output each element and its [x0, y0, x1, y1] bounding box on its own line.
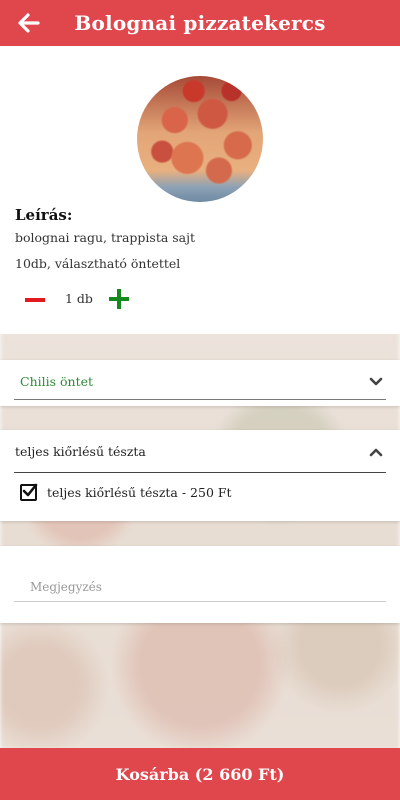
pasta-select-value[interactable]: teljes kiőrlésű tészta — [15, 444, 146, 459]
product-card: Leírás: bolognai ragu, trappista sajt 10… — [0, 46, 400, 334]
arrow-left-icon — [18, 13, 40, 33]
quantity-stepper: 1 db — [15, 286, 145, 314]
app-header: Bolognai pizzatekercs — [0, 0, 400, 46]
note-card — [0, 546, 400, 623]
details-text: 10db, választható öntettel — [15, 256, 181, 271]
add-to-cart-button[interactable]: Kosárba (2 660 Ft) — [0, 748, 400, 800]
page-title: Bolognai pizzatekercs — [74, 11, 326, 35]
description-text: bolognai ragu, trappista sajt — [15, 230, 196, 245]
pasta-select-underline — [14, 472, 386, 473]
chevron-down-icon[interactable] — [369, 377, 383, 387]
pasta-option-checkbox[interactable] — [20, 483, 38, 501]
sauce-select[interactable]: Chilis öntet — [0, 360, 400, 406]
increase-quantity-button[interactable] — [109, 288, 129, 310]
product-image — [137, 76, 263, 202]
chevron-up-icon[interactable] — [369, 447, 383, 457]
back-button[interactable] — [14, 8, 44, 38]
description-title: Leírás: — [15, 206, 73, 224]
note-input[interactable] — [14, 572, 386, 602]
pasta-select: teljes kiőrlésű tészta teljes kiőrlésű t… — [0, 430, 400, 521]
pasta-option-label: teljes kiőrlésű tészta - 250 Ft — [47, 484, 232, 500]
sauce-select-value: Chilis öntet — [20, 374, 94, 389]
check-icon — [22, 483, 38, 496]
decrease-quantity-button[interactable] — [25, 298, 45, 302]
sauce-select-underline — [14, 399, 386, 400]
pasta-option-row[interactable]: teljes kiőrlésű tészta - 250 Ft — [20, 483, 232, 501]
quantity-value: 1 db — [65, 291, 93, 306]
